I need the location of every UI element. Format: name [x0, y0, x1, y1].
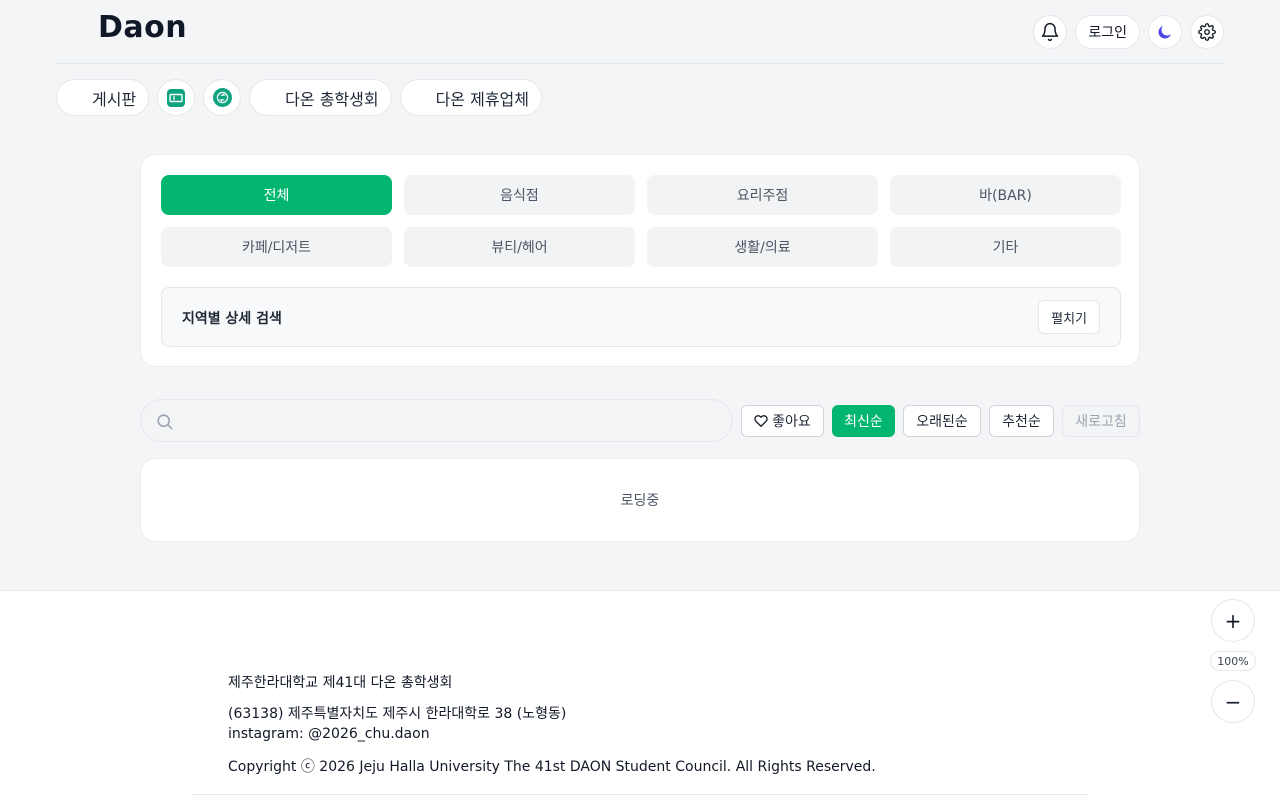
nav-partners[interactable]: 다온 제휴업체 — [399, 79, 542, 116]
ticket-icon — [167, 88, 186, 107]
main-area: Daon 로그인 게시판 다온 총학생회 다온 제휴업체 전체 음식점 요리주점… — [0, 0, 1280, 590]
nav-partners-label: 다온 제휴업체 — [435, 89, 529, 109]
sort-recommended-button[interactable]: 추천순 — [989, 405, 1054, 437]
moon-icon — [1158, 26, 1171, 39]
zoom-in-button[interactable]: + — [1211, 599, 1255, 642]
nav-swap-button[interactable] — [203, 79, 242, 116]
partner-list: 로딩중 — [140, 458, 1140, 542]
brand-logo[interactable]: Daon — [98, 10, 187, 45]
region-search-title: 지역별 상세 검색 — [182, 311, 282, 327]
zoom-level: 100% — [1210, 651, 1256, 671]
sort-oldest-button[interactable]: 오래된순 — [903, 405, 981, 437]
loading-text: 로딩중 — [620, 493, 660, 509]
search-input[interactable] — [185, 408, 715, 434]
nav-council-label: 다온 총학생회 — [285, 89, 379, 109]
category-bar[interactable]: 바(BAR) — [890, 175, 1121, 215]
sort-newest-button[interactable]: 최신순 — [832, 405, 895, 437]
zoom-out-button[interactable]: − — [1211, 680, 1255, 723]
search-icon — [157, 414, 173, 430]
category-restaurant[interactable]: 음식점 — [404, 175, 635, 215]
refresh-button[interactable]: 새로고침 — [1062, 405, 1140, 437]
category-cafe[interactable]: 카페/디저트 — [161, 227, 392, 267]
footer-copyright: Copyright ⓒ 2026 Jeju Halla University T… — [228, 759, 876, 775]
category-living[interactable]: 생활/의료 — [647, 227, 878, 267]
category-grid: 전체 음식점 요리주점 바(BAR) 카페/디저트 뷰티/헤어 생활/의료 기타 — [161, 175, 1121, 267]
settings-button[interactable] — [1190, 15, 1224, 49]
swap-icon — [212, 88, 232, 107]
footer-divider — [192, 794, 1088, 795]
nav-board-label: 게시판 — [92, 89, 137, 109]
category-all[interactable]: 전체 — [161, 175, 392, 215]
footer-address: (63138) 제주특별자치도 제주시 한라대학로 38 (노형동) — [228, 706, 567, 722]
region-expand-button[interactable]: 펼치기 — [1038, 300, 1100, 334]
nav-ticket-button[interactable] — [157, 79, 196, 116]
main-nav: 게시판 다온 총학생회 다온 제휴업체 — [56, 79, 542, 116]
header-divider — [56, 63, 1224, 64]
filter-card: 전체 음식점 요리주점 바(BAR) 카페/디저트 뷰티/헤어 생활/의료 기타… — [140, 154, 1140, 367]
footer-instagram[interactable]: instagram: @2026_chu.daon — [228, 726, 430, 742]
dark-mode-toggle[interactable] — [1148, 15, 1182, 49]
like-filter-label: 좋아요 — [772, 414, 811, 430]
category-etc[interactable]: 기타 — [890, 227, 1121, 267]
nav-council[interactable]: 다온 총학생회 — [249, 79, 392, 116]
category-pub[interactable]: 요리주점 — [647, 175, 878, 215]
bell-icon — [1042, 22, 1059, 42]
footer-org: 제주한라대학교 제41대 다온 총학생회 — [228, 675, 453, 691]
category-beauty[interactable]: 뷰티/헤어 — [404, 227, 635, 267]
notification-button[interactable] — [1033, 15, 1068, 49]
footer: 제주한라대학교 제41대 다온 총학생회 (63138) 제주특별자치도 제주시… — [0, 590, 1280, 800]
nav-board[interactable]: 게시판 — [56, 79, 150, 116]
heart-icon — [754, 415, 768, 427]
gear-icon — [1198, 23, 1216, 41]
like-filter-button[interactable]: 좋아요 — [741, 405, 824, 437]
region-search-panel: 지역별 상세 검색 펼치기 — [161, 287, 1121, 347]
search-box — [140, 399, 733, 442]
login-button[interactable]: 로그인 — [1075, 15, 1140, 49]
header-actions: 로그인 — [1033, 15, 1224, 49]
